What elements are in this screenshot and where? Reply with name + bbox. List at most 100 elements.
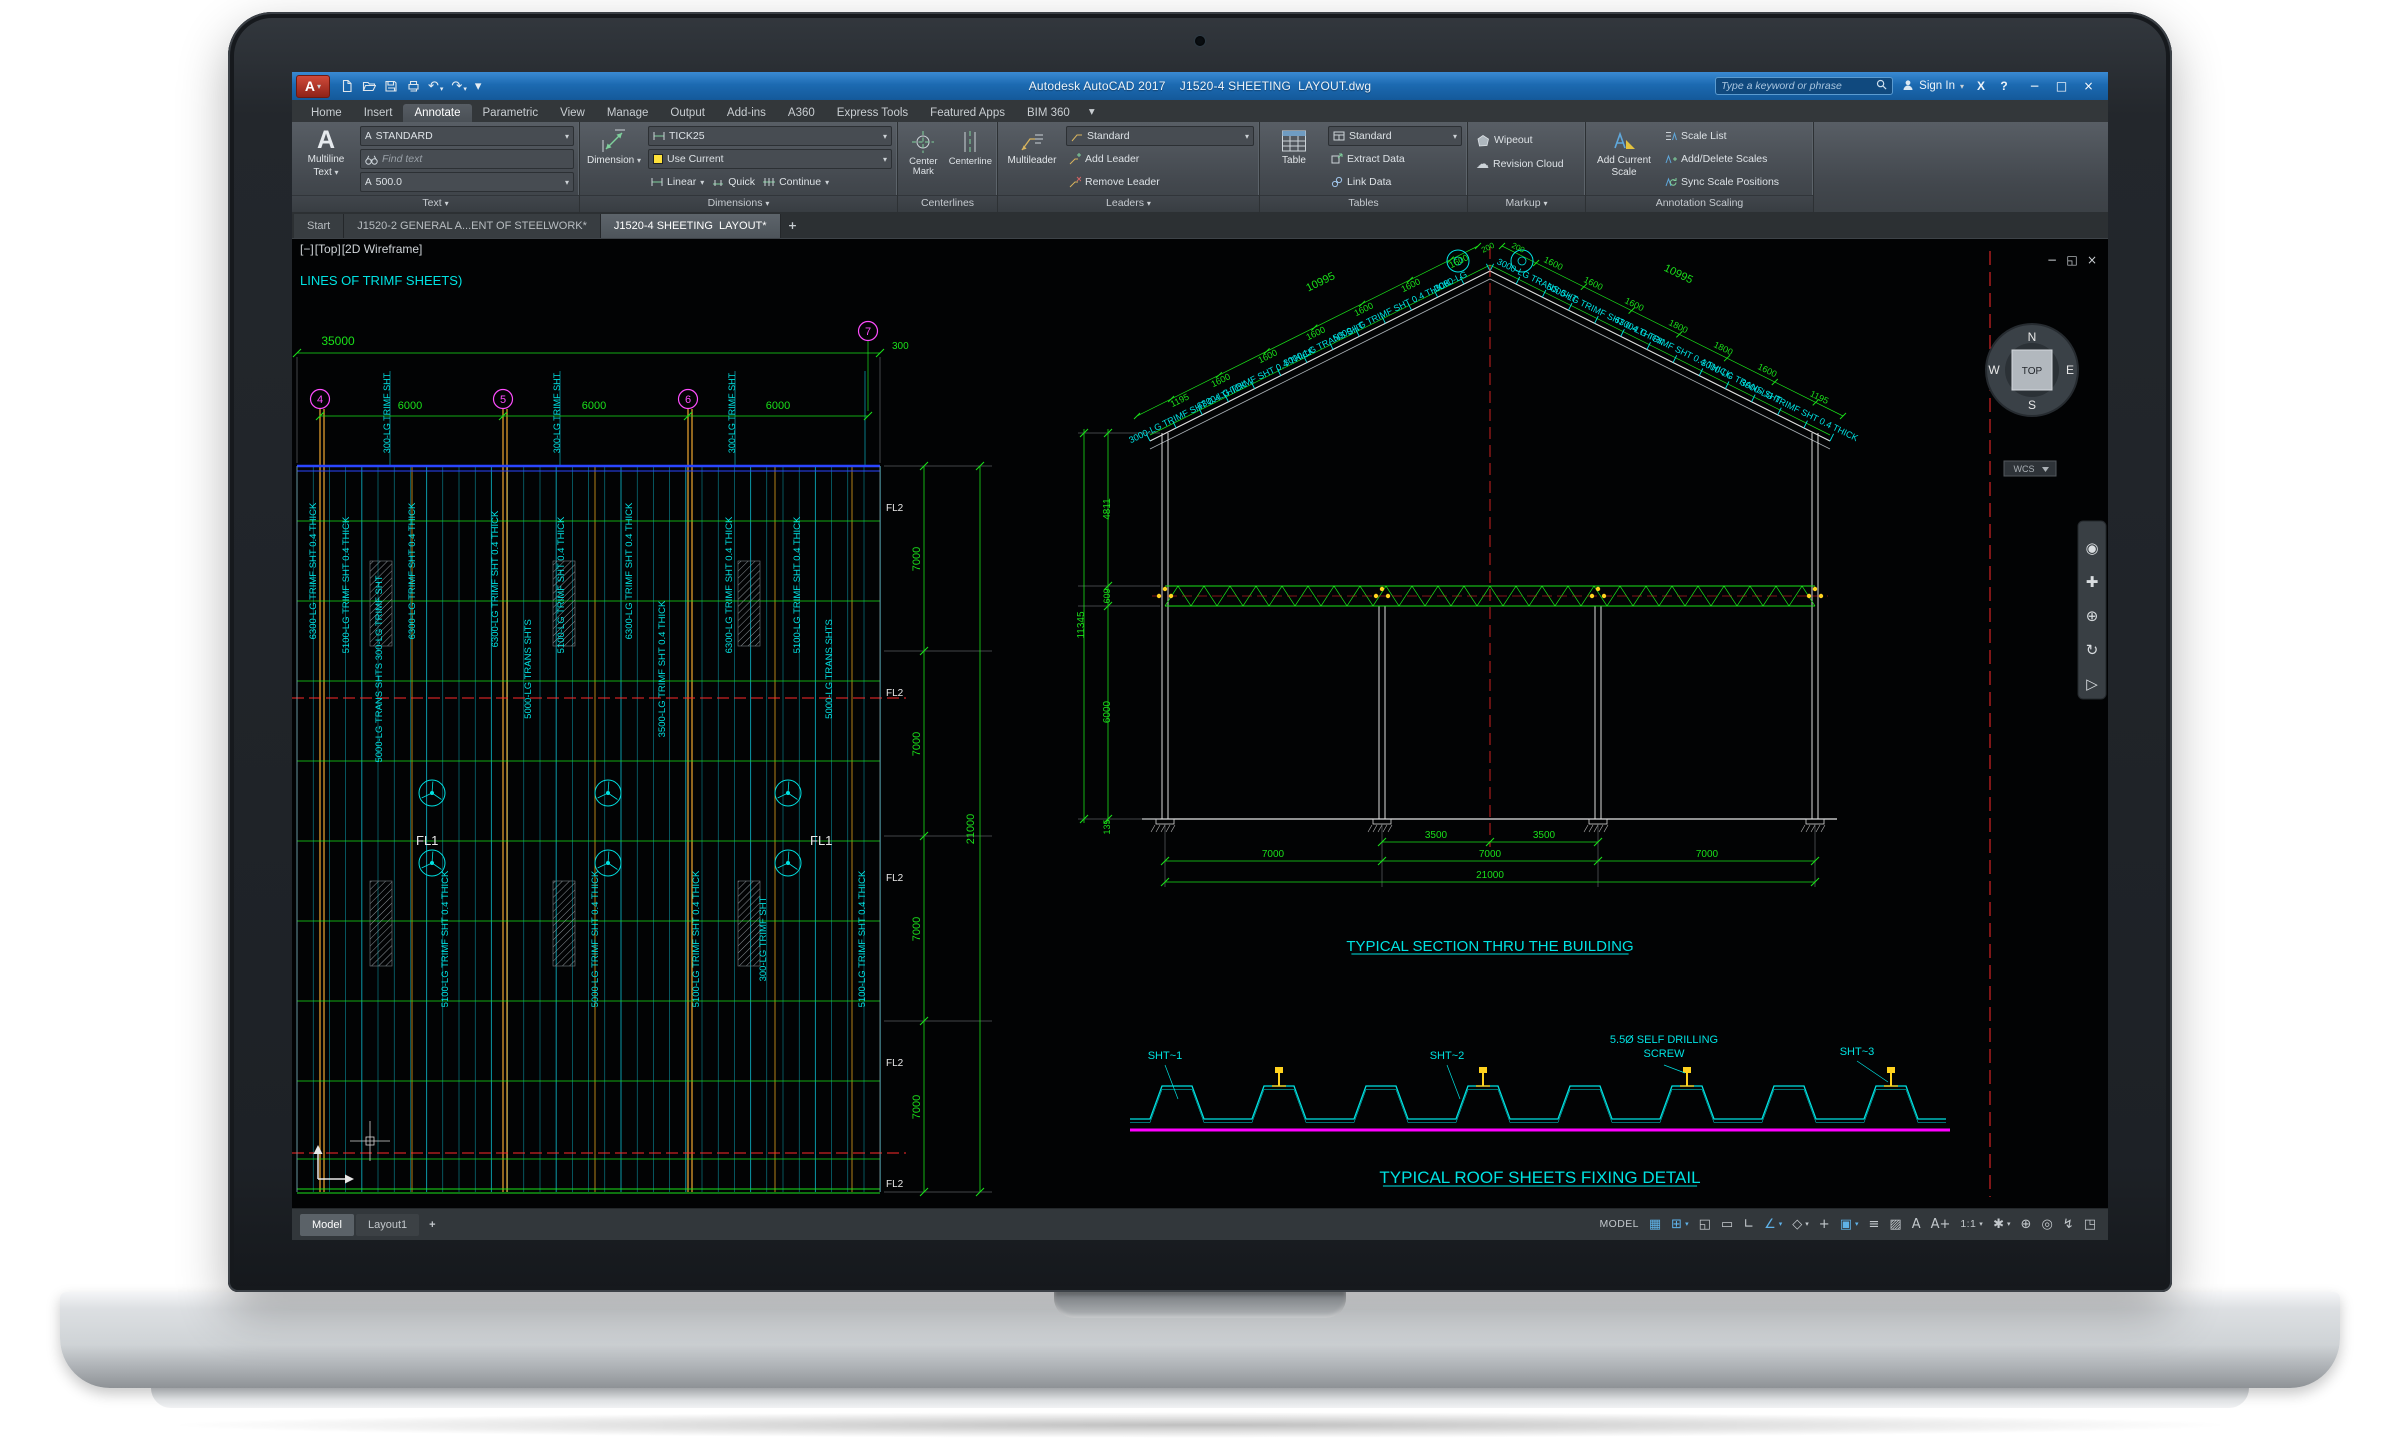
- autodesk-exchange-icon[interactable]: X: [1973, 79, 1989, 93]
- multiline-text-button[interactable]: A Multiline Text ▾: [297, 126, 355, 193]
- graphics-performance-icon[interactable]: ↯: [2063, 1218, 2074, 1231]
- document-tab[interactable]: J1520-2 GENERAL A...ENT OF STEELWORK*: [344, 214, 601, 238]
- sign-in-menu[interactable]: Sign In ▾: [1902, 79, 1964, 94]
- revision-cloud-button[interactable]: ☁Revision Cloud: [1473, 154, 1580, 174]
- remove-leader-button[interactable]: Remove Leader: [1066, 172, 1254, 192]
- find-text-box[interactable]: [360, 149, 574, 169]
- model-space-canvas[interactable]: NWESTOPWCS◉✚⊕↻▷−◱×LINES OF TRIMF SHEETS)…: [292, 239, 2108, 1208]
- help-icon[interactable]: ?: [1996, 79, 2012, 93]
- qnew-icon[interactable]: [340, 79, 354, 93]
- autoscale-icon[interactable]: A+: [1931, 1218, 1951, 1231]
- center-mark-button[interactable]: Center Mark: [903, 126, 944, 193]
- ortho-mode-icon[interactable]: ∟: [1743, 1218, 1754, 1231]
- minimize-button[interactable]: −: [2021, 75, 2048, 97]
- sync-scale-positions-button[interactable]: Sync Scale Positions: [1662, 172, 1808, 192]
- infocenter-search[interactable]: [1715, 77, 1893, 95]
- document-tab[interactable]: Start: [294, 214, 344, 238]
- viewport-visual-style-menu[interactable]: [2D Wireframe]: [342, 242, 423, 256]
- open-icon[interactable]: [362, 79, 376, 93]
- document-tab[interactable]: J1520-4 SHEETING LAYOUT*: [601, 214, 781, 238]
- viewport-minimize-icon[interactable]: −: [2047, 253, 2057, 267]
- table-style-dropdown[interactable]: Standard ▾: [1328, 126, 1462, 146]
- isometric-drafting-icon[interactable]: ◇▾: [1792, 1218, 1809, 1231]
- ribbon-tab-annotate[interactable]: Annotate: [403, 104, 471, 122]
- viewport-restore-icon[interactable]: ◱: [2066, 253, 2077, 267]
- model-tab[interactable]: Model: [300, 1214, 354, 1236]
- dim-layer-dropdown[interactable]: Use Current ▾: [648, 149, 892, 169]
- dynamic-input-icon[interactable]: ▭: [1721, 1218, 1733, 1231]
- wipeout-button[interactable]: Wipeout: [1473, 130, 1580, 150]
- undo-icon[interactable]: ↶▾: [428, 80, 443, 93]
- application-menu-button[interactable]: A ▾: [296, 75, 330, 98]
- object-snap-icon[interactable]: ▣▾: [1840, 1218, 1859, 1231]
- showmotion-icon[interactable]: ▷: [2086, 675, 2098, 693]
- centerline-button[interactable]: Centerline: [949, 126, 992, 193]
- ribbon-tab-parametric[interactable]: Parametric: [472, 104, 550, 122]
- maximize-button[interactable]: □: [2048, 75, 2075, 97]
- infer-constraints-icon[interactable]: ◱: [1699, 1218, 1711, 1231]
- ribbon-tab-view[interactable]: View: [549, 104, 596, 122]
- search-input[interactable]: [1721, 80, 1876, 92]
- layout1-tab[interactable]: Layout1: [356, 1214, 419, 1236]
- new-layout-button[interactable]: +: [421, 1219, 443, 1231]
- dimensions-panel-footer[interactable]: Dimensions ▾: [580, 195, 897, 212]
- save-icon[interactable]: [384, 79, 398, 93]
- full-navigation-wheel-icon[interactable]: ◉: [2085, 539, 2098, 557]
- transparency-icon[interactable]: ▨: [1889, 1218, 1901, 1231]
- multileader-button[interactable]: Multileader: [1003, 126, 1061, 193]
- model-space-button[interactable]: MODEL: [1600, 1219, 1639, 1230]
- search-icon[interactable]: [1876, 79, 1887, 93]
- snap-mode-icon[interactable]: ⊞▾: [1671, 1218, 1688, 1231]
- object-snap-tracking-icon[interactable]: +: [1819, 1218, 1830, 1231]
- redo-icon[interactable]: ↷▾: [451, 80, 466, 93]
- ribbon-tab-insert[interactable]: Insert: [353, 104, 404, 122]
- text-style-dropdown[interactable]: A STANDARD ▾: [360, 126, 574, 146]
- continue-dimension-button[interactable]: Continue▾: [760, 172, 832, 192]
- viewcube[interactable]: NWESTOP: [1986, 324, 2078, 416]
- zoom-icon[interactable]: ⊕: [2086, 607, 2099, 625]
- close-button[interactable]: ×: [2075, 75, 2102, 97]
- viewport-close-icon[interactable]: ×: [2087, 253, 2097, 267]
- ribbon-tab-home[interactable]: Home: [300, 104, 353, 122]
- viewport-controls-menu[interactable]: [−]: [300, 242, 314, 256]
- ribbon-collapse-icon[interactable]: ▾: [1089, 104, 1095, 122]
- ribbon-tab-express-tools[interactable]: Express Tools: [826, 104, 919, 122]
- annotation-visibility-icon[interactable]: A: [1912, 1218, 1921, 1231]
- find-text-input[interactable]: [382, 153, 569, 165]
- ribbon-tab-featured-apps[interactable]: Featured Apps: [919, 104, 1016, 122]
- pan-icon[interactable]: ✚: [2086, 573, 2099, 591]
- wcs-dropdown[interactable]: WCS: [2004, 461, 2056, 476]
- grid-display-icon[interactable]: ▦: [1649, 1218, 1661, 1231]
- dim-style-dropdown[interactable]: TICK25 ▾: [648, 126, 892, 146]
- add-delete-scales-button[interactable]: Add/Delete Scales: [1662, 149, 1808, 169]
- annotation-scale-button[interactable]: 1:1▾: [1960, 1219, 1983, 1230]
- polar-tracking-icon[interactable]: ∠▾: [1764, 1218, 1782, 1231]
- mleader-style-dropdown[interactable]: Standard ▾: [1066, 126, 1254, 146]
- dimension-button[interactable]: Dimension ▾: [585, 126, 643, 193]
- qat-customize-icon[interactable]: ▾: [475, 80, 482, 93]
- ribbon-tab-bim-360[interactable]: BIM 360: [1016, 104, 1081, 122]
- ribbon-tab-output[interactable]: Output: [659, 104, 716, 122]
- annotation-monitor-icon[interactable]: ⊕: [2021, 1218, 2032, 1231]
- clean-screen-icon[interactable]: ◳: [2084, 1218, 2096, 1231]
- markup-panel-footer[interactable]: Markup ▾: [1468, 195, 1585, 212]
- viewport-view-menu[interactable]: [Top]: [315, 242, 341, 256]
- new-drawing-tab-button[interactable]: +: [781, 214, 805, 238]
- table-button[interactable]: Table: [1265, 126, 1323, 193]
- ribbon-tab-add-ins[interactable]: Add-ins: [716, 104, 777, 122]
- orbit-icon[interactable]: ↻: [2086, 641, 2099, 659]
- leaders-panel-footer[interactable]: Leaders ▾: [998, 195, 1259, 212]
- add-current-scale-button[interactable]: Add Current Scale: [1591, 126, 1657, 193]
- isolate-objects-icon[interactable]: ◎: [2041, 1218, 2052, 1231]
- add-leader-button[interactable]: Add Leader: [1066, 149, 1254, 169]
- plot-icon[interactable]: [406, 79, 420, 93]
- ribbon-tab-manage[interactable]: Manage: [596, 104, 660, 122]
- linear-dimension-button[interactable]: Linear▾: [648, 172, 707, 192]
- scale-list-button[interactable]: Scale List: [1662, 126, 1808, 146]
- link-data-button[interactable]: Link Data: [1328, 172, 1462, 192]
- extract-data-button[interactable]: Extract Data: [1328, 149, 1462, 169]
- ribbon-tab-a360[interactable]: A360: [777, 104, 826, 122]
- text-panel-footer[interactable]: Text ▾: [292, 195, 579, 212]
- text-height-dropdown[interactable]: A 500.0 ▾: [360, 172, 574, 192]
- quick-dimension-button[interactable]: Quick: [709, 172, 758, 192]
